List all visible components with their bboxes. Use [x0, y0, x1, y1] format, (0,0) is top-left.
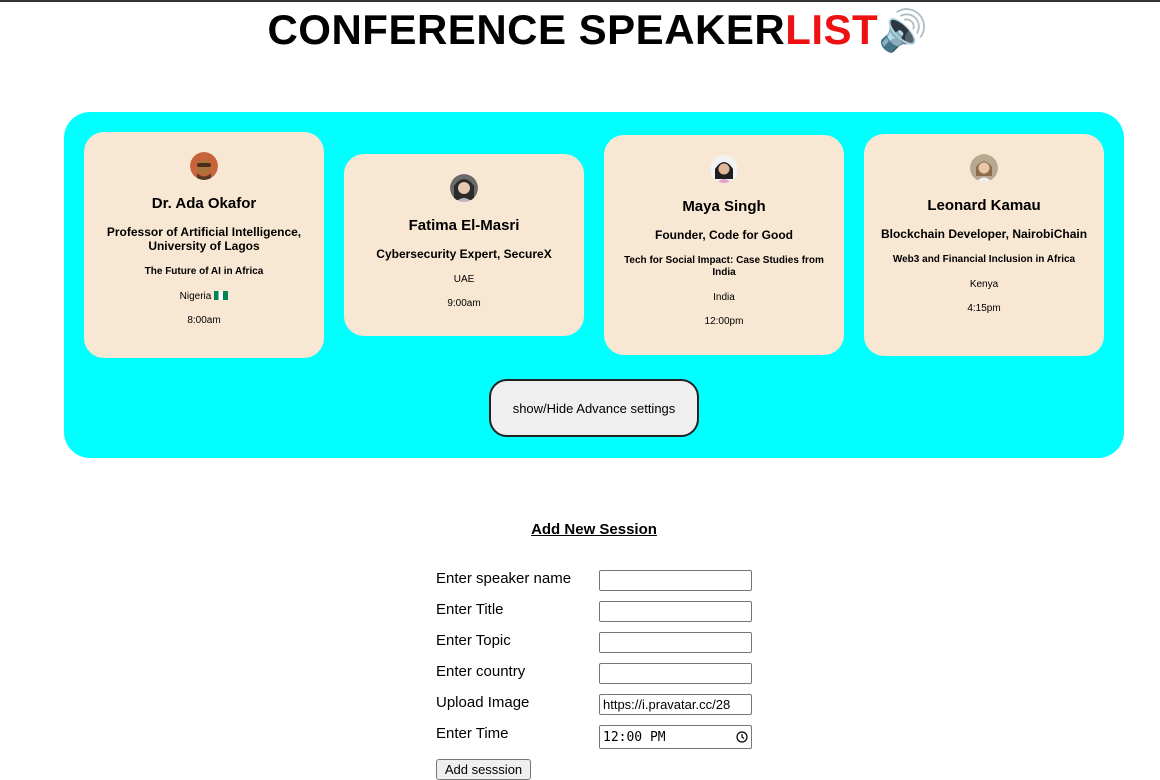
add-session-button[interactable]: Add sesssion	[436, 759, 531, 780]
page-title-main: CONFERENCE SPEAKER	[267, 6, 786, 53]
speaker-country: UAE	[453, 274, 475, 285]
speaker-country: Nigeria	[94, 291, 314, 303]
speaker-title: Professor of Artificial Intelligence, Un…	[106, 225, 302, 253]
time-input[interactable]: 12:00 PM	[599, 725, 752, 749]
avatar	[710, 155, 738, 183]
time-input-value: 12:00 PM	[603, 729, 666, 745]
speaker-name-label: Enter speaker name	[436, 570, 572, 587]
speaker-name: Maya Singh	[682, 198, 766, 215]
speaker-title: Cybersecurity Expert, SecureX	[376, 247, 552, 261]
nigeria-flag-icon	[214, 291, 229, 300]
image-label: Upload Image	[436, 694, 530, 711]
speaker-topic: The Future of AI in Africa	[144, 266, 264, 277]
title-label: Enter Title	[436, 601, 504, 618]
form-heading: Add New Session	[531, 521, 657, 538]
speaker-card: Fatima El-Masri Cybersecurity Expert, Se…	[344, 154, 584, 336]
speaker-card: Maya Singh Founder, Code for Good Tech f…	[604, 135, 844, 355]
speaker-card: Leonard Kamau Blockchain Developer, Nair…	[864, 134, 1104, 356]
title-input[interactable]	[599, 601, 752, 622]
speaker-time: 8:00am	[187, 315, 221, 326]
speaker-card: Dr. Ada Okafor Professor of Artificial I…	[84, 132, 324, 358]
avatar	[450, 174, 478, 202]
speaker-country-name: Nigeria	[179, 291, 212, 302]
speaker-time: 12:00pm	[704, 316, 744, 327]
speaker-panel: Dr. Ada Okafor Professor of Artificial I…	[64, 112, 1124, 458]
speaker-icon: 🔊	[878, 9, 929, 53]
avatar	[970, 154, 998, 182]
speaker-name: Fatima El-Masri	[408, 217, 520, 234]
speaker-country: Kenya	[969, 279, 999, 290]
speaker-country: India	[713, 292, 735, 303]
avatar	[190, 152, 218, 180]
speaker-time: 4:15pm	[967, 303, 1001, 314]
speaker-name: Leonard Kamau	[927, 197, 1041, 214]
clock-icon[interactable]	[736, 731, 748, 743]
image-url-input[interactable]	[599, 694, 752, 715]
speaker-time: 9:00am	[447, 298, 481, 309]
country-input[interactable]	[599, 663, 752, 684]
speaker-title: Founder, Code for Good	[655, 228, 793, 242]
speaker-name: Dr. Ada Okafor	[151, 195, 257, 212]
page-title: CONFERENCE SPEAKERLIST🔊	[0, 5, 1160, 56]
speaker-name-input[interactable]	[599, 570, 752, 591]
speaker-topic: Tech for Social Impact: Case Studies fro…	[624, 255, 824, 278]
topic-input[interactable]	[599, 632, 752, 653]
toggle-advanced-settings-button[interactable]: show/Hide Advance settings	[489, 379, 699, 437]
page-title-accent: LIST	[785, 6, 879, 53]
speaker-topic: Web3 and Financial Inclusion in Africa	[892, 254, 1076, 265]
top-rule	[0, 0, 1160, 2]
speaker-title: Blockchain Developer, NairobiChain	[880, 227, 1088, 241]
country-label: Enter country	[436, 663, 526, 680]
topic-label: Enter Topic	[436, 632, 511, 649]
time-label: Enter Time	[436, 725, 509, 742]
